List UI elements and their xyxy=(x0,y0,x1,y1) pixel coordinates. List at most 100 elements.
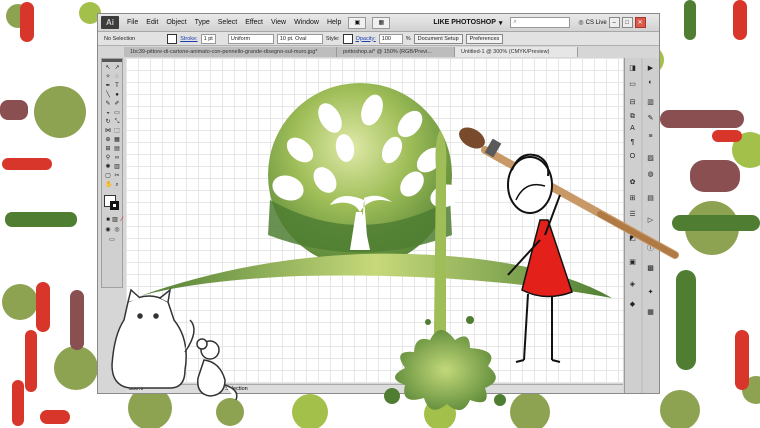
menu-help[interactable]: Help xyxy=(323,14,345,31)
gradient-mode-icon[interactable]: ▨ xyxy=(112,217,118,223)
color-panel-icon[interactable]: ▶ xyxy=(646,64,655,73)
actions-panel-icon[interactable]: ▷ xyxy=(646,216,655,225)
magic-wand-panel-icon[interactable]: ✦ xyxy=(646,288,655,297)
paintbrush-tool-icon[interactable]: ✎ xyxy=(105,101,111,107)
style-label: Style: xyxy=(325,35,340,42)
rotate-tool-icon[interactable]: ↻ xyxy=(105,119,111,125)
hand-tool-icon[interactable]: ✋ xyxy=(105,182,112,188)
variable-width-profile[interactable]: Uniform xyxy=(227,33,274,44)
document-setup-button[interactable]: Document Setup xyxy=(413,33,463,44)
tab-document-3[interactable]: Untitled-1 @ 300% (CMYK/Preview) xyxy=(455,47,578,57)
tab-document-2[interactable]: pottoshop.ai* @ 150% (RGB/Previ... xyxy=(337,47,455,57)
blend-tool-icon[interactable]: ∞ xyxy=(114,155,120,161)
menu-object[interactable]: Object xyxy=(162,14,190,31)
symbol-sprayer-tool-icon[interactable]: ✺ xyxy=(105,164,111,170)
ellipse-tool-icon[interactable]: ● xyxy=(114,92,120,98)
fill-swatch[interactable] xyxy=(167,33,178,44)
menu-effect[interactable]: Effect xyxy=(241,14,267,31)
arrange-documents-icon[interactable]: ▦ xyxy=(372,16,391,29)
appearance-panel-icon[interactable]: ◈ xyxy=(628,280,637,289)
line-tool-icon[interactable]: ╲ xyxy=(105,92,111,98)
attributes-panel-icon[interactable]: ☰ xyxy=(628,210,637,219)
zoom-level[interactable]: 300% xyxy=(129,386,143,392)
document-info-panel-icon[interactable]: ▩ xyxy=(646,264,655,273)
artboard-tool-icon[interactable]: ▢ xyxy=(105,173,111,179)
chevron-down-icon: ▾ xyxy=(498,19,503,27)
pencil-tool-icon[interactable]: ✐ xyxy=(114,101,120,107)
brushes-panel-icon[interactable]: ✎ xyxy=(646,114,655,123)
eyedropper-tool-icon[interactable]: ⚲ xyxy=(105,155,111,161)
eraser-tool-icon[interactable]: ▭ xyxy=(114,110,120,116)
menu-window[interactable]: Window xyxy=(290,14,323,31)
navigator-panel-icon[interactable]: ◆ xyxy=(628,300,637,309)
free-transform-tool-icon[interactable]: ⬚ xyxy=(114,128,120,134)
preferences-button[interactable]: Preferences xyxy=(465,33,504,44)
stroke-panel-icon[interactable]: ≡ xyxy=(646,132,655,141)
stroke-label[interactable]: Stroke: xyxy=(180,36,197,42)
zoom-tool-icon[interactable]: ⌕ xyxy=(114,182,120,188)
menu-file[interactable]: File xyxy=(123,14,142,31)
graph-tool-icon[interactable]: ▥ xyxy=(114,164,120,170)
menu-type[interactable]: Type xyxy=(191,14,214,31)
workspace-switcher[interactable]: LIKE PHOTOSHOP ▾ xyxy=(433,19,502,27)
opacity-percent: % xyxy=(405,35,411,42)
separations-panel-icon[interactable]: ▦ xyxy=(646,308,655,317)
opacity-label[interactable]: Opacity: xyxy=(356,36,376,42)
transform-panel-icon[interactable]: ⊟ xyxy=(628,98,637,107)
graphic-styles-panel-icon[interactable]: ▣ xyxy=(628,258,637,267)
image-trace-panel-icon[interactable]: ▤ xyxy=(646,194,655,203)
pathfinder-panel-icon[interactable]: ◩ xyxy=(628,234,637,243)
gradient-panel-icon[interactable]: ▨ xyxy=(646,154,655,163)
perspective-grid-tool-icon[interactable]: ▦ xyxy=(114,137,120,143)
tools-grip[interactable] xyxy=(102,59,122,62)
scale-tool-icon[interactable]: ⤡ xyxy=(114,119,120,125)
artboards-panel-icon[interactable]: ▭ xyxy=(628,80,637,89)
slice-tool-icon[interactable]: ✂ xyxy=(114,173,120,179)
panel-column-right: ▶ ◐ ▥ ✎ ≡ ▨ ◍ ▤ ▷ ⓘ ▩ ✦ ▦ xyxy=(643,58,659,393)
artboard-canvas[interactable] xyxy=(126,58,623,383)
tab-document-1[interactable]: 1bc39-pittore-di-cartone-animato-con-pen… xyxy=(124,47,337,57)
type-tool-icon[interactable]: T xyxy=(114,83,120,89)
info-panel-icon[interactable]: ⓘ xyxy=(646,244,655,253)
cs-live-menu[interactable]: ◎ CS Live xyxy=(578,19,606,27)
direct-selection-tool-icon[interactable]: ↗ xyxy=(114,65,120,71)
transparency-panel-icon[interactable]: ◍ xyxy=(646,170,655,179)
width-tool-icon[interactable]: ⋈ xyxy=(105,128,111,134)
opentype-panel-icon[interactable]: O xyxy=(628,152,637,161)
menu-select[interactable]: Select xyxy=(214,14,241,31)
lasso-tool-icon[interactable]: ◌ xyxy=(114,74,120,80)
maximize-button[interactable]: □ xyxy=(621,17,633,28)
minimize-button[interactable]: – xyxy=(608,17,620,28)
gradient-tool-icon[interactable]: ▤ xyxy=(114,146,120,152)
pen-tool-icon[interactable]: ✒ xyxy=(105,83,111,89)
magic-wand-tool-icon[interactable]: ✧ xyxy=(105,74,111,80)
color-guide-panel-icon[interactable]: ◐ xyxy=(646,78,655,87)
paragraph-panel-icon[interactable]: ¶ xyxy=(628,138,637,147)
mesh-tool-icon[interactable]: ⊞ xyxy=(105,146,111,152)
none-mode-icon[interactable]: ⁄ xyxy=(119,217,125,223)
shape-builder-tool-icon[interactable]: ⊕ xyxy=(105,137,111,143)
screen-mode-icon[interactable]: ▭ xyxy=(109,237,115,243)
draw-behind-icon[interactable]: ◎ xyxy=(114,227,120,233)
links-panel-icon[interactable]: ⊞ xyxy=(628,194,637,203)
blob-brush-tool-icon[interactable]: ◒ xyxy=(105,110,111,116)
character-panel-icon[interactable]: A xyxy=(628,124,637,133)
menu-edit[interactable]: Edit xyxy=(142,14,162,31)
stroke-weight-field[interactable]: 1 pt xyxy=(200,33,216,44)
layers-panel-icon[interactable]: ◨ xyxy=(628,64,637,73)
menu-view[interactable]: View xyxy=(267,14,290,31)
opacity-field[interactable]: 100 xyxy=(378,33,403,44)
brush-definition[interactable]: 10 pt. Oval xyxy=(276,33,323,44)
align-panel-icon[interactable]: ⧉ xyxy=(628,112,637,121)
close-button[interactable]: ✕ xyxy=(634,17,646,28)
bridge-icon[interactable]: ▣ xyxy=(348,16,367,29)
draw-mode-icon[interactable]: ◉ xyxy=(105,227,111,233)
symbols-panel-icon[interactable]: ✿ xyxy=(628,178,637,187)
swatches-panel-icon[interactable]: ▥ xyxy=(646,98,655,107)
menu-bar: Ai File Edit Object Type Select Effect V… xyxy=(98,14,659,32)
selection-tool-icon[interactable]: ↖ xyxy=(105,65,111,71)
color-mode-icon[interactable]: ■ xyxy=(105,217,111,223)
style-swatch[interactable] xyxy=(342,33,353,44)
stroke-color-swatch[interactable] xyxy=(110,201,119,210)
search-input[interactable]: ⌕ xyxy=(510,17,571,28)
